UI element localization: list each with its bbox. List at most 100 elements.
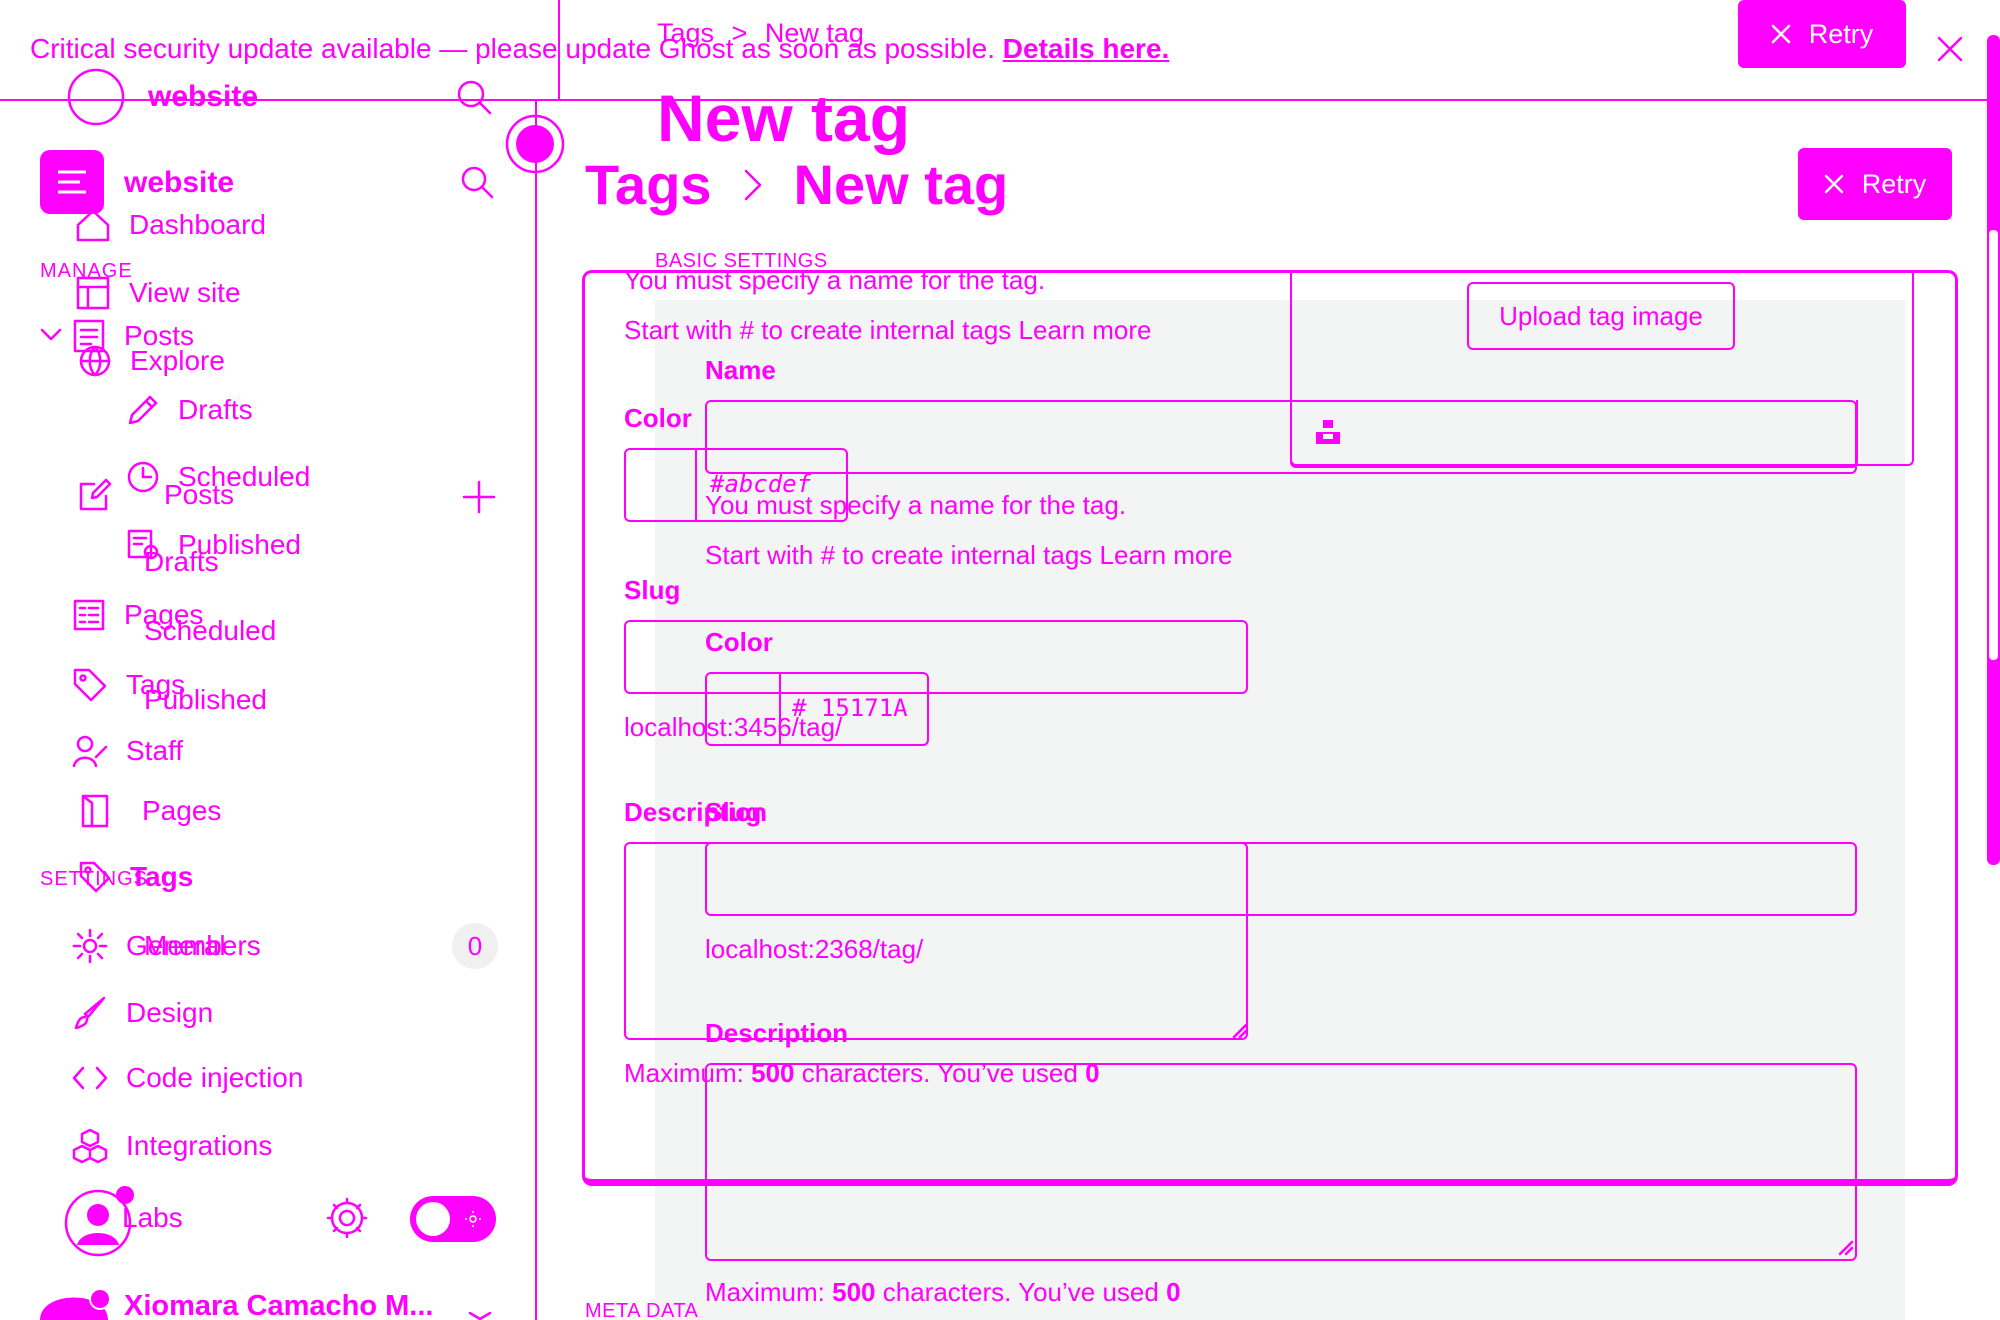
description-label: Description [705,1018,849,1048]
scrollbar-track-gap [1989,230,1998,660]
code-icon [72,1066,108,1090]
sidebar-item-label: Tags [130,861,194,892]
max-value: 500 [832,1277,876,1307]
page-icon [81,794,109,828]
breadcrumb-parent-ghost: Tags [657,18,715,48]
search-icon[interactable] [460,165,494,199]
staff-icon [72,735,108,768]
pencil-icon [128,395,158,425]
sidebar-item-label: Dashboard [129,209,266,240]
image-preview-strip [1290,400,1858,468]
max-prefix: Maximum: [705,1277,825,1307]
sidebar-item-label: Drafts [178,394,253,425]
name-error-ghost: You must specify a name for the tag. [624,265,1046,295]
description-counter: Maximum: 500 characters. You’ve used 0 [705,1277,1181,1308]
header-divider-ghost [558,0,560,100]
sidebar-border [535,100,537,1320]
breadcrumb-current: New tag [793,153,1009,216]
sidebar-item-label: View site [129,277,241,308]
retry-button-ghost[interactable]: Retry [1738,0,1906,68]
sidebar-item-labs[interactable]: Labs [122,1202,183,1234]
globe-icon [79,345,111,377]
resize-handle-icon[interactable] [1838,1240,1854,1256]
slug-label: Slug [705,797,762,827]
sidebar-item-label: Posts [164,479,235,510]
slug-input[interactable] [705,842,1857,916]
sidebar-item-drafts-ghost[interactable]: Drafts [144,546,219,578]
color-hex: 15171A [820,694,908,722]
resize-handle-ghost-icon[interactable] [1232,1023,1248,1039]
sidebar-item-posts[interactable]: Posts [78,478,234,512]
name-error: You must specify a name for the tag. [705,490,1127,520]
color-swatch-divider [779,672,781,746]
toggle-knob [416,1202,450,1236]
description-textarea[interactable] [705,1063,1857,1261]
members-count-badge: 0 [452,923,498,969]
theme-toggle[interactable] [410,1196,496,1242]
sidebar-item-staff[interactable]: Staff [72,733,183,769]
sidebar-item-pages[interactable]: Pages [80,793,221,829]
site-logo-icon[interactable] [40,150,104,214]
user-name[interactable]: Xiomara Camacho M... [124,1290,433,1320]
add-post-icon[interactable] [462,480,496,514]
color-hash: # [792,694,807,722]
sidebar-item-drafts[interactable]: Drafts [126,393,253,427]
sidebar-item-dashboard[interactable]: Dashboard [75,207,266,243]
max-middle: characters. You’ve used [882,1277,1159,1307]
color-label-ghost: Color [624,403,692,433]
slug-url: localhost:2368/tag/ [705,934,924,964]
page-title-ghost: New tag [657,81,911,155]
security-banner: Critical security update available — ple… [30,33,1169,65]
site-logo-ghost-icon [66,67,126,127]
search-icon[interactable] [455,78,493,116]
sidebar-item-members[interactable]: Members [144,930,261,962]
sidebar-item-label: Design [126,997,214,1028]
retry-label: Retry [1861,168,1927,199]
banner-close-icon[interactable] [1937,36,1963,62]
name-hint-ghost: Start with # to create internal tags Lea… [624,315,1152,345]
slug-label-ghost: Slug [624,575,681,605]
color-value[interactable]: # 15171A [792,694,908,722]
layout-icon [76,276,110,310]
site-name[interactable]: website [124,166,234,200]
close-icon [1771,24,1790,44]
retry-label-ghost: Retry [1808,18,1874,49]
sidebar-item-integrations[interactable]: Integrations [72,1128,272,1164]
banner-details-link[interactable]: Details here. [1003,33,1170,64]
sidebar-item-view-site[interactable]: View site [75,275,241,311]
sidebar-item-scheduled-ghost[interactable]: Scheduled [144,615,276,647]
sidebar-item-tags[interactable]: Tags [78,860,193,894]
sidebar-item-code-injection[interactable]: Code injection [72,1062,303,1094]
home-icon [76,209,110,242]
breadcrumb-ghost: Tags > New tag [657,18,864,48]
sidebar-item-design[interactable]: Design [72,995,213,1031]
banner-divider [0,99,2000,101]
sidebar-item-explore[interactable]: Explore [78,344,225,378]
sidebar-item-published-ghost[interactable]: Published [144,684,267,716]
breadcrumb-parent[interactable]: Tags [585,152,712,217]
chevron-down-icon[interactable] [468,1312,492,1320]
color-label: Color [705,627,773,657]
name-label: Name [705,355,776,385]
breadcrumb-current-ghost: New tag [764,18,864,48]
site-name-ghost: website [148,80,259,113]
sidebar-item-label: Pages [142,795,222,826]
color-swatch-divider-ghost [695,448,697,522]
retry-button[interactable]: Retry [1798,148,1952,220]
image-placeholder-icon [1314,420,1342,446]
chevron-down-icon[interactable] [40,328,62,342]
gear-icon [72,928,108,964]
section-meta-heading: META DATA [585,1300,699,1320]
max-used: 0 [1166,1277,1181,1307]
tag-icon [79,861,111,893]
edit-icon [79,478,112,511]
chevron-right-icon [744,169,761,200]
sidebar-item-label: Explore [130,345,225,376]
user-avatar[interactable] [40,1285,116,1320]
loading-indicator-icon [504,113,566,175]
name-hint: Start with # to create internal tags Lea… [705,540,1233,570]
settings-gear-icon[interactable] [326,1197,368,1239]
upload-image-button[interactable]: Upload tag image [1467,282,1735,350]
sidebar-item-label: Code injection [126,1062,304,1093]
integrations-icon [72,1128,108,1164]
